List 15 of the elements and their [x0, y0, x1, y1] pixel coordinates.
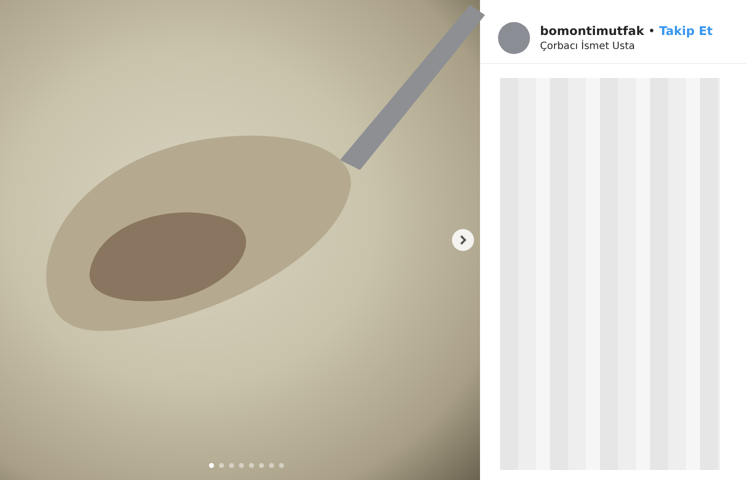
follow-link[interactable]: Takip Et — [659, 24, 713, 38]
username: bomontimutfak — [540, 24, 644, 38]
chevron-right-icon — [459, 235, 467, 245]
separator-dot: • — [648, 24, 656, 38]
carousel-dot[interactable] — [269, 463, 274, 468]
next-button[interactable] — [452, 229, 474, 251]
carousel-dot[interactable] — [239, 463, 244, 468]
carousel-dot[interactable] — [279, 463, 284, 468]
location-text: Çorbacı İsmet Usta — [540, 41, 636, 52]
carousel-dot[interactable] — [209, 463, 214, 468]
carousel-dot[interactable] — [249, 463, 254, 468]
carousel-dot[interactable] — [259, 463, 264, 468]
carousel-dot[interactable] — [229, 463, 234, 468]
avatar[interactable] — [498, 22, 530, 54]
carousel-dot[interactable] — [219, 463, 224, 468]
